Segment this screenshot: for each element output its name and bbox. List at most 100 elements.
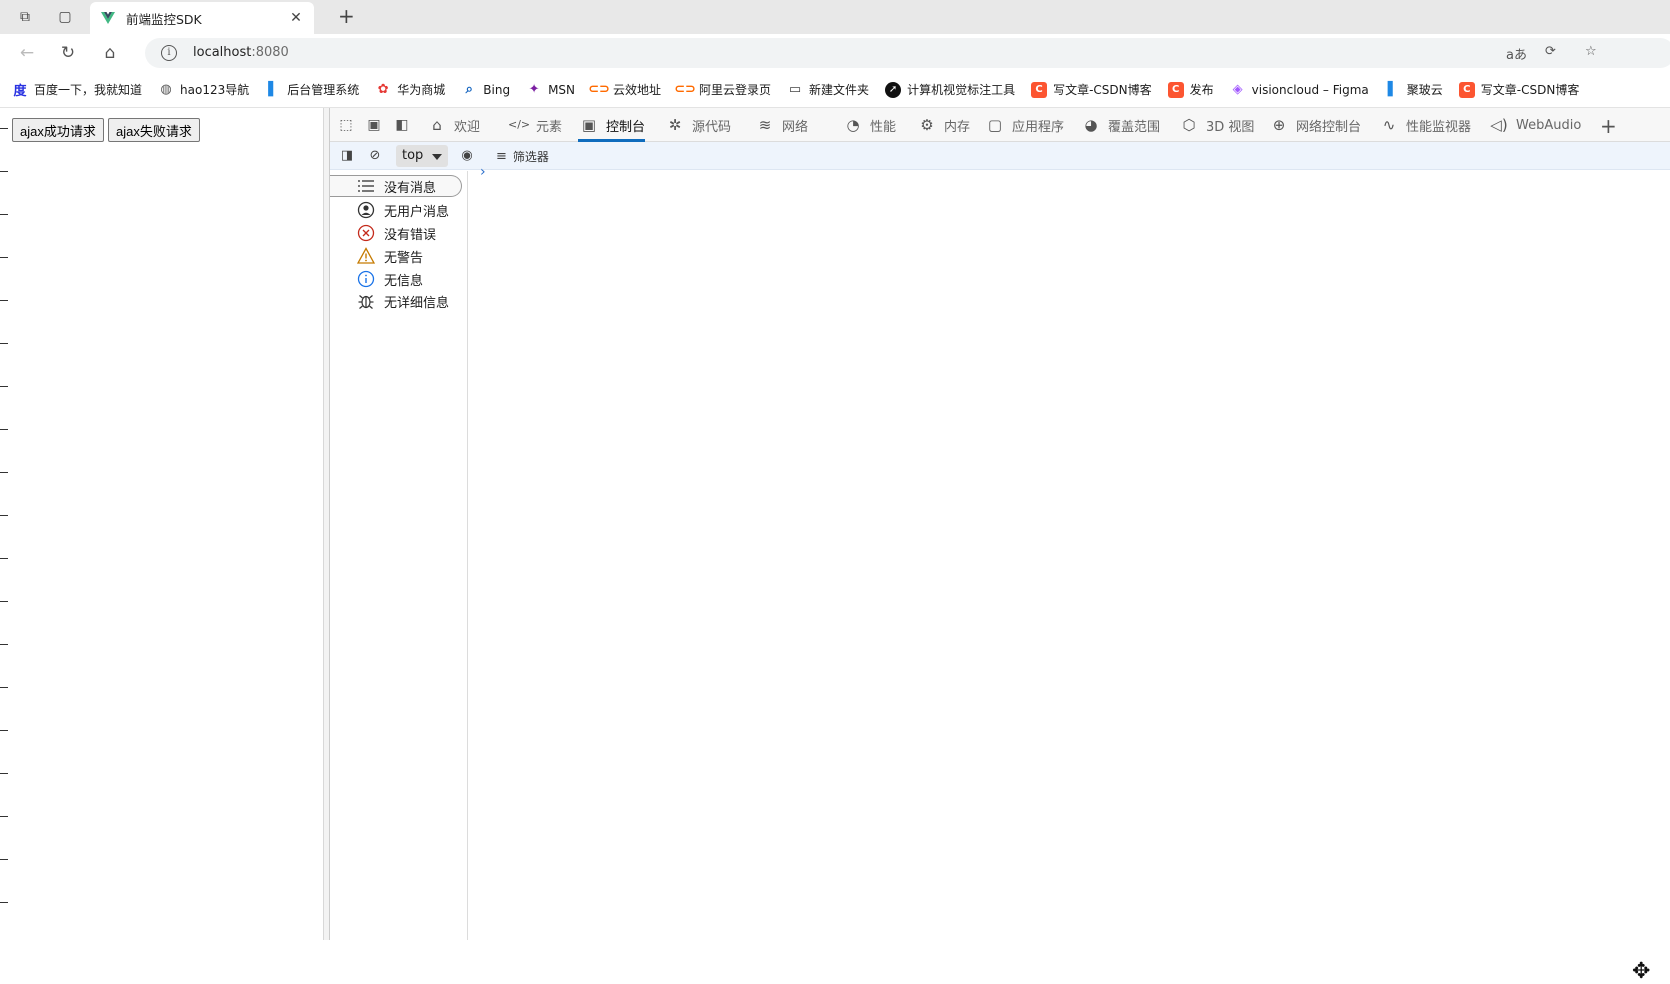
back-button[interactable]: ← <box>17 43 37 63</box>
bookmark-item[interactable]: ⊂⊃ 阿里云登录页 <box>674 81 771 98</box>
tab-pulse[interactable]: ∿ 性能监视器 <box>1378 108 1471 142</box>
console-sidebar-item[interactable]: 没有错误 <box>330 222 462 244</box>
bookmark-label: 写文章-CSDN博客 <box>1480 83 1580 97</box>
bookmark-label: 华为商城 <box>397 83 446 97</box>
ajax-success-button[interactable]: ajax成功请求 <box>12 118 104 142</box>
folder-icon: ▭ <box>788 82 802 97</box>
tab-wifi[interactable]: ≋ 网络 <box>754 108 808 142</box>
tab-network-console[interactable]: ⊕ 网络控制台 <box>1268 108 1361 142</box>
bookmark-item[interactable]: ▌ 后台管理系统 <box>265 81 359 98</box>
console-toolbar: ◨ ⊘ top ◉ ≡ 筛选器 <box>330 142 1670 170</box>
bookmark-item[interactable]: ◍ hao123导航 <box>158 81 249 98</box>
figma-icon: ◈ <box>1232 82 1243 97</box>
bookmark-label: 聚玻云 <box>1406 83 1443 97</box>
bookmark-item[interactable]: ➚ 计算机视觉标注工具 <box>885 81 1015 98</box>
context-selector[interactable]: top <box>396 145 448 167</box>
sidebar-toggle-icon[interactable]: ◨ <box>338 147 356 165</box>
console-sidebar-label: 无用户消息 <box>384 204 450 220</box>
bookmark-item[interactable]: C 写文章-CSDN博客 <box>1458 81 1580 98</box>
bookmark-item[interactable]: 度百度一下，我就知道 <box>12 81 142 99</box>
devtools-tab-label: 控制台 <box>606 119 646 135</box>
console-icon: ▣ <box>581 116 597 134</box>
bookmark-label: 新建文件夹 <box>809 83 870 97</box>
console-sidebar-item[interactable]: 无用户消息 <box>330 199 462 221</box>
ruler-tick <box>0 558 8 559</box>
refresh-button[interactable]: ↻ <box>58 43 78 63</box>
tab-bug[interactable]: ✲ 源代码 <box>664 108 731 142</box>
info-icon <box>356 270 376 288</box>
toolbar: ← ↻ ⌂ i localhost:8080 aあ ⟳ ☆ <box>0 34 1670 72</box>
bookmark-label: 写文章-CSDN博客 <box>1053 83 1152 97</box>
new-tab-button[interactable]: + <box>338 6 355 26</box>
tab-title: 前端监控SDK <box>126 11 202 27</box>
ruler-tick <box>0 257 8 258</box>
console-prompt[interactable]: › <box>480 164 486 180</box>
device-emulation-icon[interactable]: ▣ <box>364 116 384 134</box>
bookmark-label: 发布 <box>1189 83 1214 97</box>
gauge-icon: ◔ <box>846 116 860 134</box>
ruler-tick <box>0 859 8 860</box>
console-sidebar-label: 没有错误 <box>384 227 437 243</box>
ruler-tick <box>0 816 8 817</box>
refresh-icon[interactable]: ⟳ <box>1545 44 1556 59</box>
more-tools-button[interactable]: + <box>1600 114 1617 138</box>
tab-speaker[interactable]: ◁) WebAudio <box>1488 108 1581 142</box>
console-sidebar: 没有消息无用户消息没有错误无警告无信息 无详细信息 <box>330 171 468 940</box>
tab-gauge[interactable]: ◔ 性能 <box>842 108 896 142</box>
filter-input[interactable]: ≡ 筛选器 <box>496 148 549 165</box>
bookmark-item[interactable]: ▌ 聚玻云 <box>1385 81 1443 98</box>
tab-home[interactable]: ⌂ 欢迎 <box>426 108 480 142</box>
devtools-tab-label: 内存 <box>944 119 971 135</box>
devtools-tab-label: 应用程序 <box>1012 119 1065 135</box>
bookmark-item[interactable]: ◈ visioncloud – Figma <box>1230 82 1369 98</box>
tab-cube[interactable]: ⬡ 3D 视图 <box>1178 108 1254 142</box>
devtools-panel: ⬚ ▣ ◧ ⌂ 欢迎 </> 元素 ▣ 控制台 ✲ 源代码 ≋ 网络 ◔ 性能 ⚙ 内存 ▢ 应用程序 ◕ 覆盖范… <box>330 108 1670 984</box>
home-button[interactable]: ⌂ <box>100 43 120 63</box>
read-aloud-icon[interactable]: aあ <box>1506 44 1527 63</box>
live-expression-eye-icon[interactable]: ◉ <box>458 147 476 165</box>
aliyun-icon: ⊂⊃ <box>588 82 610 97</box>
console-sidebar-label: 无警告 <box>384 250 424 266</box>
list-icon <box>356 177 376 195</box>
web-page: ajax成功请求 ajax失败请求 <box>0 108 324 940</box>
ruler-tick <box>0 472 8 473</box>
console-sidebar-item[interactable]: 无详细信息 <box>330 290 462 312</box>
code-icon: </> <box>508 118 531 131</box>
bookmark-item[interactable]: C 发布 <box>1167 81 1214 98</box>
address-bar[interactable]: i localhost:8080 aあ ⟳ ☆ <box>145 38 1670 68</box>
filter-placeholder: 筛选器 <box>512 150 549 164</box>
ruler-tick <box>0 687 8 688</box>
inspect-element-icon[interactable]: ⬚ <box>336 116 356 134</box>
console-sidebar-label: 无信息 <box>384 273 424 289</box>
console-sidebar-item[interactable]: 没有消息 <box>330 175 462 197</box>
ruler-tick <box>0 730 8 731</box>
devtools-tabbar: ⬚ ▣ ◧ ⌂ 欢迎 </> 元素 ▣ 控制台 ✲ 源代码 ≋ 网络 ◔ 性能 ⚙ 内存 ▢ 应用程序 ◕ 覆盖范… <box>330 108 1670 142</box>
browser-tab[interactable]: 前端监控SDK ✕ <box>90 2 314 34</box>
bookmark-item[interactable]: ✦ MSN <box>526 82 575 98</box>
app-window-icon: ▢ <box>987 116 1003 134</box>
bookmark-item[interactable]: C 写文章-CSDN博客 <box>1031 81 1152 98</box>
bookmark-item[interactable]: ⌕ Bing <box>461 82 510 98</box>
favorite-star-icon[interactable]: ☆ <box>1585 44 1597 59</box>
bookmark-item[interactable]: ▭ 新建文件夹 <box>787 81 869 98</box>
site-info-icon[interactable]: i <box>161 45 177 61</box>
dock-side-icon[interactable]: ◧ <box>392 116 412 134</box>
ajax-fail-button[interactable]: ajax失败请求 <box>108 118 200 142</box>
close-tab-icon[interactable]: ✕ <box>288 10 304 26</box>
workspaces-icon[interactable]: ⧉ <box>16 8 34 26</box>
vertical-tabs-icon[interactable]: ▢ <box>56 8 74 26</box>
console-sidebar-label: 没有消息 <box>384 180 437 196</box>
tab-console[interactable]: ▣ 控制台 <box>578 108 646 142</box>
bookmark-item[interactable]: ✿ 华为商城 <box>375 81 445 98</box>
tab-app-window[interactable]: ▢ 应用程序 <box>984 108 1064 142</box>
bookmark-label: hao123导航 <box>180 83 250 97</box>
clear-console-icon[interactable]: ⊘ <box>366 147 384 165</box>
ruler-tick <box>0 902 8 903</box>
console-sidebar-item[interactable]: 无信息 <box>330 268 462 290</box>
tab-code[interactable]: </> 元素 <box>508 108 562 142</box>
bookmark-item[interactable]: ⊂⊃ 云效地址 <box>588 81 661 98</box>
devtools-tab-label: WebAudio <box>1516 117 1582 133</box>
console-sidebar-item[interactable]: 无警告 <box>330 245 462 267</box>
tab-chip[interactable]: ⚙ 内存 <box>916 108 970 142</box>
tab-coverage[interactable]: ◕ 覆盖范围 <box>1080 108 1160 142</box>
